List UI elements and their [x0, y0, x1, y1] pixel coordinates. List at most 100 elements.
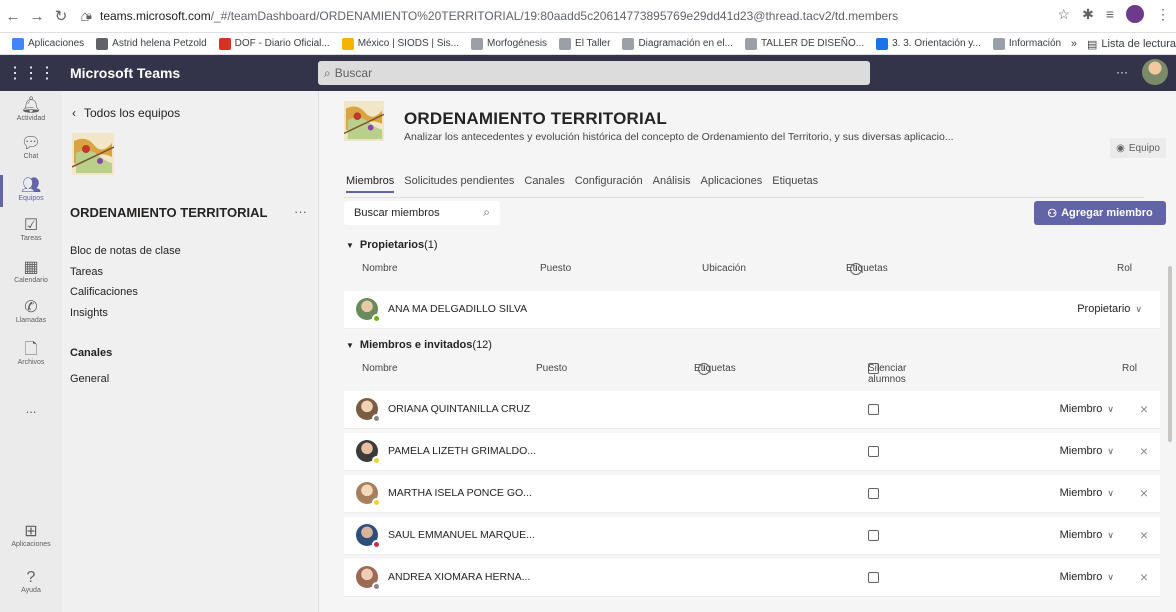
owners-section-toggle[interactable]: ▼ Propietarios(1) [346, 239, 438, 251]
rail-item-[interactable]: ... [0, 383, 62, 416]
presence-icon [372, 498, 381, 507]
bookmark-item[interactable]: Aplicaciones [12, 37, 84, 50]
search-input[interactable]: ⌕ Buscar [318, 61, 870, 85]
info-icon[interactable]: i [850, 263, 862, 275]
add-member-button[interactable]: ⚇ Agregar miembro [1034, 201, 1166, 225]
edge-icon [876, 37, 889, 50]
chat-icon: 💬︎ [20, 135, 42, 152]
forward-arrow-icon[interactable]: → [26, 5, 48, 27]
mute-checkbox[interactable] [868, 572, 879, 583]
bookmark-item[interactable]: Astrid helena Petzold [96, 37, 207, 50]
remove-member-icon[interactable]: × [1140, 443, 1148, 459]
reading-list[interactable]: Lista de lectura [1101, 38, 1176, 50]
members-section-toggle[interactable]: ▼ Miembros e invitados(12) [346, 339, 492, 351]
panel-item-tasks[interactable]: Tareas [70, 266, 103, 278]
mute-checkbox[interactable] [868, 530, 879, 541]
bookmark-item[interactable]: El Taller [559, 37, 610, 50]
bookmark-item[interactable]: 3. 3. Orientación y... [876, 37, 981, 50]
role-dropdown[interactable]: Miembro ∨ [1060, 445, 1114, 457]
bookmark-item[interactable]: DOF - Diario Oficial... [218, 37, 330, 50]
rail-item-chat[interactable]: 💬︎ Chat [0, 135, 62, 160]
playlist-icon[interactable]: ≡ [1106, 6, 1114, 22]
col-position[interactable]: Puesto [540, 263, 571, 274]
rail-item-actividad[interactable]: 🔔︎ Actividad [0, 97, 62, 122]
rail-item-aplicaciones[interactable]: ⊞ Aplicaciones [0, 523, 62, 548]
back-to-teams[interactable]: ‹ Todos los equipos [72, 106, 180, 120]
profile-avatar[interactable] [1126, 5, 1144, 23]
member-search-input[interactable]: Buscar miembros ⌕ [344, 201, 500, 225]
panel-item-notebook[interactable]: Bloc de notas de clase [70, 245, 181, 257]
scrollbar[interactable] [1168, 266, 1172, 442]
tn-icon [471, 37, 484, 50]
role-dropdown[interactable]: Miembro ∨ [1060, 571, 1114, 583]
bookmark-item[interactable]: TALLER DE DISEÑO... [744, 37, 864, 50]
bookmark-item[interactable]: México | SIODS | Sis... [341, 37, 459, 50]
rail-item-archivos[interactable]: 🗋 Archivos [0, 341, 62, 366]
role-dropdown[interactable]: Propietario ∨ [1077, 303, 1142, 315]
more-icon[interactable]: ··· [1116, 65, 1128, 79]
rail-item-tareas[interactable]: ☑ Tareas [0, 217, 62, 242]
title-more-icon[interactable]: ··· [623, 111, 636, 126]
star-icon[interactable]: ☆ [1058, 6, 1071, 23]
avatar[interactable] [1142, 59, 1168, 85]
tn-icon [622, 37, 635, 50]
eye-icon: ◉ [1116, 142, 1125, 154]
table-row[interactable]: PAMELA LIZETH GRIMALDO... Miembro ∨ × [344, 433, 1160, 471]
table-row[interactable]: SAUL EMMANUEL MARQUE... Miembro ∨ × [344, 517, 1160, 555]
menu-icon[interactable]: ⋮ [1156, 6, 1170, 23]
bookmark-item[interactable]: Diagramación en el... [622, 37, 733, 50]
info-icon[interactable]: i [698, 363, 710, 375]
col-name[interactable]: Nombre [362, 263, 398, 274]
role-dropdown[interactable]: Miembro ∨ [1060, 487, 1114, 499]
team-logo-header [344, 101, 384, 141]
tab-3[interactable]: Configuración [575, 175, 643, 193]
bookmark-item[interactable]: Morfogénesis [471, 37, 547, 50]
dof-icon [218, 37, 231, 50]
rail-item-ayuda[interactable]: ? Ayuda [0, 569, 62, 594]
panel-item-grades[interactable]: Calificaciones [70, 286, 138, 298]
siods-icon [341, 37, 354, 50]
phone-icon: ✆ [24, 299, 38, 316]
waffle-icon[interactable]: ⋮⋮⋮ [0, 63, 62, 83]
apps-grid-icon [12, 37, 24, 50]
reload-icon[interactable]: ↻ [50, 5, 72, 27]
role-dropdown[interactable]: Miembro ∨ [1060, 529, 1114, 541]
remove-member-icon[interactable]: × [1140, 569, 1148, 585]
table-row[interactable]: ANDREA XIOMARA HERNA... Miembro ∨ × [344, 559, 1160, 597]
tn-icon [744, 37, 757, 50]
channel-general[interactable]: General [70, 373, 109, 385]
rail-item-llamadas[interactable]: ✆ Llamadas [0, 299, 62, 324]
lock-icon: 🔒︎ [86, 9, 92, 22]
tab-0[interactable]: Miembros [346, 175, 395, 193]
table-row[interactable]: ORIANA QUINTANILLA CRUZ Miembro ∨ × [344, 391, 1160, 429]
address-bar[interactable]: 🔒︎ teams.microsoft.com/_#/teamDashboard/… [86, 5, 1046, 27]
table-row[interactable]: ANA MA DELGADILLO SILVA Propietario ∨ [344, 291, 1160, 329]
tab-bar: Miembros Solicitudes pendientes Canales Con… [346, 175, 818, 193]
mute-checkbox[interactable] [868, 446, 879, 457]
tab-6[interactable]: Etiquetas [772, 175, 818, 193]
team-more-icon[interactable]: ··· [294, 204, 307, 219]
extensions-icon[interactable]: ✱ [1082, 6, 1094, 23]
tab-2[interactable]: Canales [524, 175, 564, 193]
table-row[interactable]: MARTHA ISELA PONCE GO... Miembro ∨ × [344, 475, 1160, 513]
tab-4[interactable]: Análisis [653, 175, 691, 193]
bookmarks-more[interactable]: » [1071, 38, 1077, 50]
remove-member-icon[interactable]: × [1140, 401, 1148, 417]
role-dropdown[interactable]: Miembro ∨ [1060, 403, 1114, 415]
mute-checkbox[interactable] [868, 404, 879, 415]
rail-item-equipos[interactable]: 👥︎ Equipos [0, 175, 62, 207]
remove-member-icon[interactable]: × [1140, 485, 1148, 501]
remove-member-icon[interactable]: × [1140, 527, 1148, 543]
col-position[interactable]: Puesto [536, 363, 567, 374]
col-name[interactable]: Nombre [362, 363, 398, 374]
back-arrow-icon[interactable]: ← [2, 5, 24, 27]
panel-item-insights[interactable]: Insights [70, 307, 108, 319]
tab-1[interactable]: Solicitudes pendientes [404, 175, 514, 193]
member-name: ANDREA XIOMARA HERNA... [388, 571, 531, 583]
member-name: SAUL EMMANUEL MARQUE... [388, 529, 535, 541]
mute-checkbox[interactable] [868, 488, 879, 499]
rail-item-calendario[interactable]: ▦ Calendario [0, 259, 62, 284]
tab-5[interactable]: Aplicaciones [701, 175, 763, 193]
col-location[interactable]: Ubicación [702, 263, 746, 274]
help-icon: ? [26, 569, 36, 586]
